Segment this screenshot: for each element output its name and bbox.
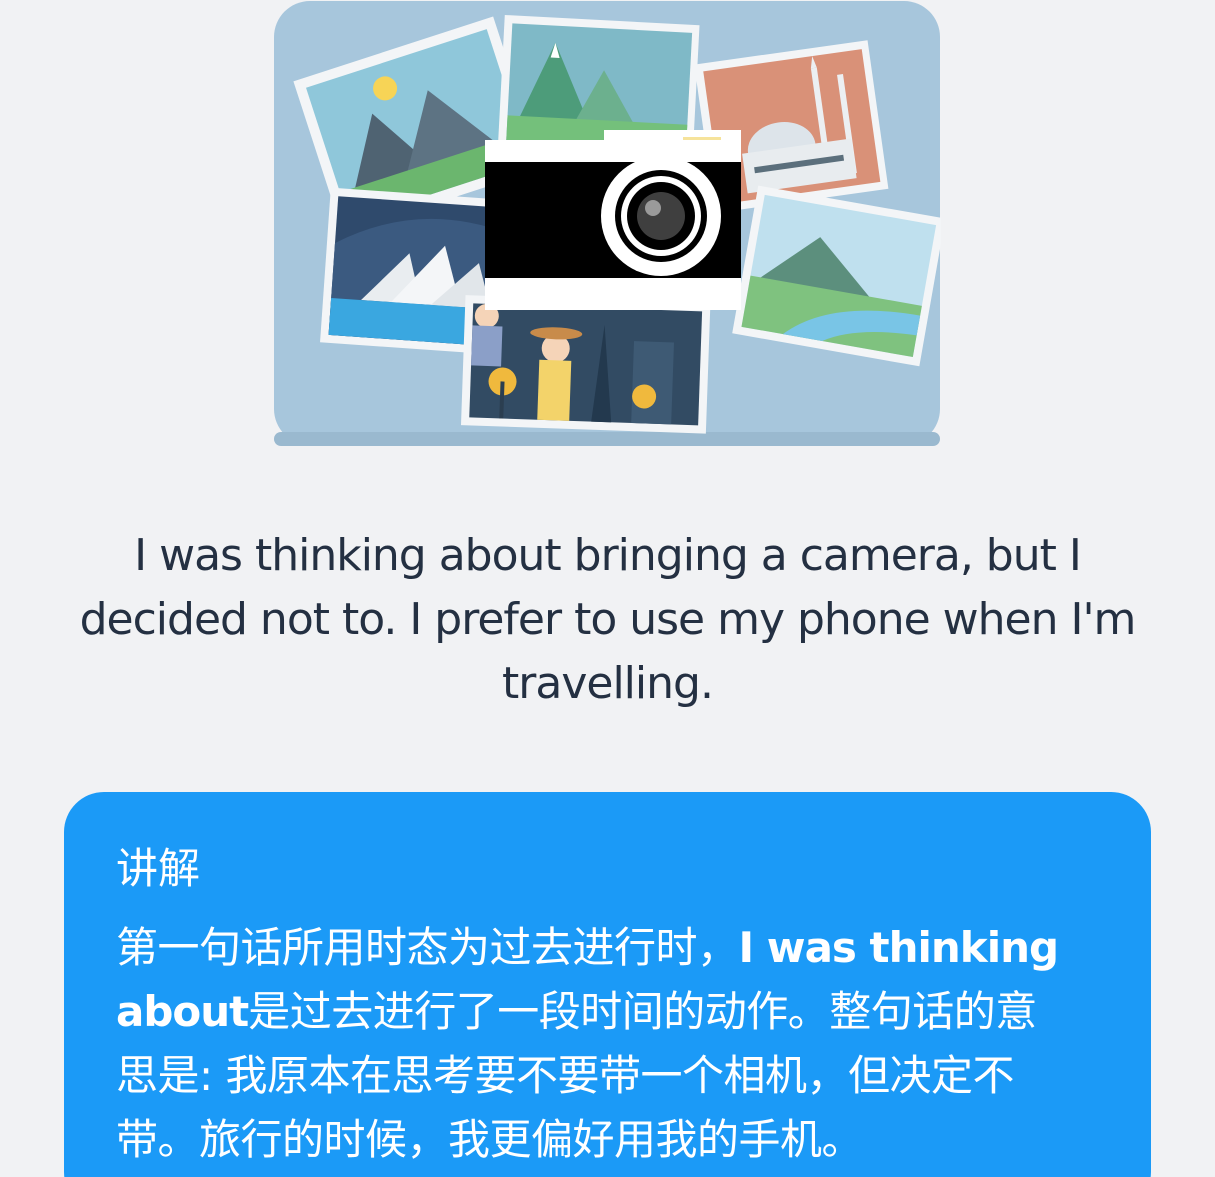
explanation-body: 第一句话所用时态为过去进行时，I was thinking about是过去进行… [116, 916, 1076, 1172]
explanation-text-part2: 是过去进行了一段时间的动作。整句话的意思是: 我原本在思考要不要带一个相机，但决… [116, 987, 1037, 1164]
camera-icon [274, 1, 946, 446]
explanation-title: 讲解 [116, 844, 201, 893]
explanation-text-part1: 第一句话所用时态为过去进行时， [116, 923, 739, 972]
paris-photo [460, 295, 711, 434]
travel-camera-illustration [273, 0, 946, 446]
explanation-card: 讲解 第一句话所用时态为过去进行时，I was thinking about是过… [64, 792, 1151, 1177]
camera-body [485, 130, 741, 310]
sentence-text: I was thinking about bringing a camera, … [79, 530, 1137, 709]
